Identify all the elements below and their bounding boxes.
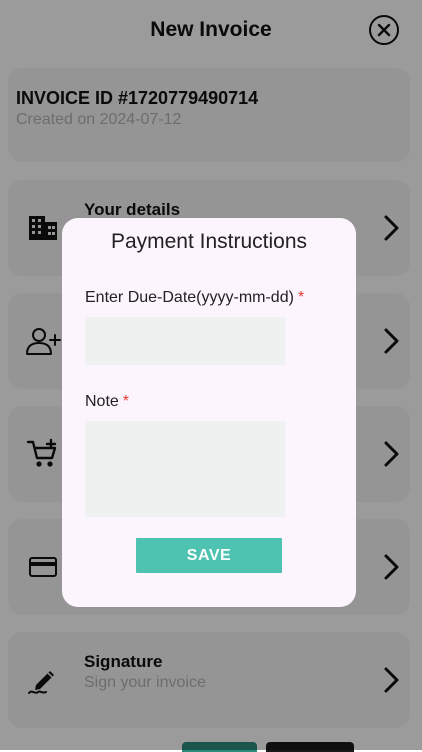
save-button[interactable]: SAVE [136, 538, 282, 573]
note-label-text: Note [85, 393, 119, 410]
due-date-label-text: Enter Due-Date(yyyy-mm-dd) [85, 289, 294, 306]
due-date-input[interactable] [85, 317, 285, 365]
note-textarea[interactable] [85, 421, 285, 517]
due-date-label: Enter Due-Date(yyyy-mm-dd) * [85, 289, 304, 307]
note-label: Note * [85, 393, 129, 411]
dialog-title: Payment Instructions [110, 230, 308, 253]
required-asterisk: * [122, 393, 130, 410]
required-asterisk: * [297, 289, 305, 306]
payment-instructions-dialog: Payment Instructions Enter Due-Date(yyyy… [62, 218, 356, 607]
